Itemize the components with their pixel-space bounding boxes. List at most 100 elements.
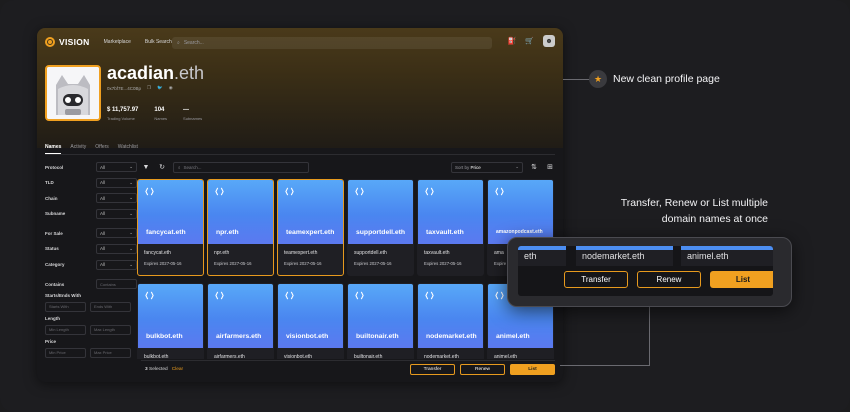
select-value: All — [100, 164, 106, 170]
min-length-input[interactable]: Min Length — [45, 324, 86, 335]
card-expiry: Expires 2027-05-16 — [284, 261, 322, 266]
tab-activity[interactable]: Activity — [70, 144, 86, 154]
profile-name-tld: .eth — [174, 63, 205, 83]
status-select[interactable]: All ⌄ — [96, 243, 137, 254]
price-inputs: Min Price Max Price — [45, 347, 137, 358]
nav-link-bulk-search[interactable]: Bulk Search — [145, 39, 172, 45]
subname-select[interactable]: All ⌄ — [96, 208, 137, 219]
clear-selection-button[interactable]: Clear — [172, 367, 183, 372]
starts-with-input[interactable]: Starts With — [45, 301, 86, 312]
chevron-down-icon: ⌄ — [129, 261, 133, 267]
tab-offers[interactable]: Offers — [95, 144, 109, 154]
selected-count: 3 Selected — [145, 367, 168, 372]
domain-card[interactable]: npr.eth npr.eth Expires 2027-05-16 — [207, 179, 274, 276]
tab-names[interactable]: Names — [45, 144, 62, 154]
filter-label: Contains — [45, 281, 65, 287]
card-name: teamexpert.eth — [284, 250, 318, 256]
filter-label: Category — [45, 262, 65, 268]
nav-link-marketplace[interactable]: Marketplace — [104, 39, 131, 45]
card-expiry: Expires 2027-05-16 — [424, 261, 462, 266]
stat-label: Names — [154, 116, 168, 121]
cart-icon[interactable]: 🛒 — [525, 37, 534, 45]
for-sale-select[interactable]: All ⌄ — [96, 228, 137, 239]
zoom-list-button[interactable]: List — [710, 271, 773, 288]
filter-protocol: Protocol All ⌄ — [45, 160, 137, 174]
zoom-renew-button[interactable]: Renew — [637, 271, 701, 288]
filter-label: Subname — [45, 211, 66, 217]
starts-ends-heading: Starts/Ends With — [45, 292, 81, 298]
brand-logo[interactable]: VISION — [45, 37, 90, 47]
card-image: npr.eth — [208, 180, 273, 244]
domain-card[interactable]: taxvault.eth taxvault.eth Expires 2027-05-… — [417, 179, 484, 276]
domain-card[interactable]: teamexpert.eth teamexpert.eth Expires 2027… — [277, 179, 344, 276]
domain-card[interactable]: nodemarket.eth nodemarket.eth — [417, 283, 484, 359]
select-value: All — [100, 211, 106, 217]
names-search-input[interactable]: ⌕ Search... — [173, 161, 309, 173]
domain-card[interactable]: fancycat.eth fancycat.eth Expires 2027-05-… — [137, 179, 204, 276]
max-price-input[interactable]: Max Price — [90, 347, 131, 358]
domain-card[interactable]: visionbot.eth visionbot.eth — [277, 283, 344, 359]
stat-names: 104 Names — [154, 107, 167, 121]
zoom-connector-vertical — [649, 305, 650, 365]
protocol-select[interactable]: All ⌄ — [96, 162, 137, 172]
sort-value: Price — [470, 164, 481, 170]
card-image: airfarmers.eth — [208, 284, 273, 348]
select-value: All — [100, 246, 106, 252]
chain-select[interactable]: All ⌄ — [96, 193, 137, 204]
chevron-down-icon: ⌄ — [129, 195, 133, 201]
card-image: bulkbot.eth — [138, 284, 203, 348]
sort-direction-icon[interactable]: ⇅ — [529, 163, 539, 171]
card-image: builtonair.eth — [348, 284, 413, 348]
transfer-button[interactable]: Transfer — [410, 364, 455, 375]
renew-button[interactable]: Renew — [460, 364, 505, 375]
filter-status: Status All ⌄ — [45, 242, 137, 256]
domain-card[interactable]: supportdell.eth supportdell.eth Expires 20… — [347, 179, 414, 276]
contains-input[interactable]: Contains — [96, 279, 137, 290]
sort-select[interactable]: Sort by Price ⌄ — [451, 161, 523, 173]
domain-card[interactable]: bulkbot.eth bulkbot.eth — [137, 283, 204, 359]
card-domain-label: amazonpodcast.eth — [496, 229, 543, 235]
zoom-connector-horizontal — [560, 365, 650, 366]
tld-select[interactable]: All ⌄ — [96, 177, 137, 188]
cat-avatar-icon — [47, 67, 99, 119]
card-name: bulkbot.eth — [144, 354, 169, 359]
selected-label: Selected — [149, 367, 168, 372]
filter-tld: TLD All ⌄ — [45, 176, 137, 190]
starts-ends-inputs: Starts With Ends With — [45, 301, 137, 312]
chevron-down-icon: ⌄ — [129, 230, 133, 236]
refresh-icon[interactable]: ↻ — [157, 163, 167, 171]
grid-view-icon[interactable]: ⊞ — [545, 163, 555, 171]
tab-watchlist[interactable]: Watchlist — [118, 144, 138, 154]
filter-chain: Chain All ⌄ — [45, 191, 137, 205]
canvas-frame: VISION Marketplace Bulk Search ⌕ Search.… — [0, 0, 850, 412]
ens-logo-icon — [215, 291, 224, 300]
filter-icon[interactable]: ▼ — [141, 164, 151, 171]
category-select[interactable]: All ⌄ — [96, 259, 137, 270]
stat-value: — — [183, 107, 190, 113]
top-search-input[interactable]: ⌕ Search... — [172, 37, 492, 49]
discord-icon[interactable]: ◉ — [169, 85, 173, 91]
user-avatar[interactable]: ☻ — [543, 35, 555, 47]
copy-icon[interactable]: ❐ — [147, 85, 151, 91]
min-price-input[interactable]: Min Price — [45, 347, 86, 358]
card-name: builtonair.eth — [354, 354, 383, 359]
gas-icon[interactable]: ⛽ — [508, 37, 517, 45]
profile-address-row: 0x7bf7E...4C0Bp ❐ 🐦 ◉ — [107, 85, 173, 91]
stat-label: Trading Volume — [107, 116, 135, 121]
max-length-input[interactable]: Max Length — [90, 324, 131, 335]
card-domain-label: teamexpert.eth — [286, 229, 335, 236]
filter-label: TLD — [45, 180, 54, 186]
domain-card[interactable]: airfarmers.eth airfarmers.eth — [207, 283, 274, 359]
zoom-transfer-button[interactable]: Transfer — [564, 271, 628, 288]
list-button[interactable]: List — [510, 364, 555, 375]
stat-label: Subnames — [183, 116, 203, 121]
sort-label: Sort by Price — [455, 165, 481, 170]
ends-with-input[interactable]: Ends With — [90, 301, 131, 312]
twitter-icon[interactable]: 🐦 — [157, 85, 163, 91]
bulk-callout-line1: Transfer, Renew or List multiple — [620, 197, 768, 209]
domain-card[interactable]: builtonair.eth builtonair.eth — [347, 283, 414, 359]
card-domain-label: airfarmers.eth — [216, 333, 262, 340]
ens-logo-icon — [355, 291, 364, 300]
zoom-buttons: Transfer Renew List — [564, 271, 773, 288]
zoom-card: eth — [518, 246, 566, 266]
